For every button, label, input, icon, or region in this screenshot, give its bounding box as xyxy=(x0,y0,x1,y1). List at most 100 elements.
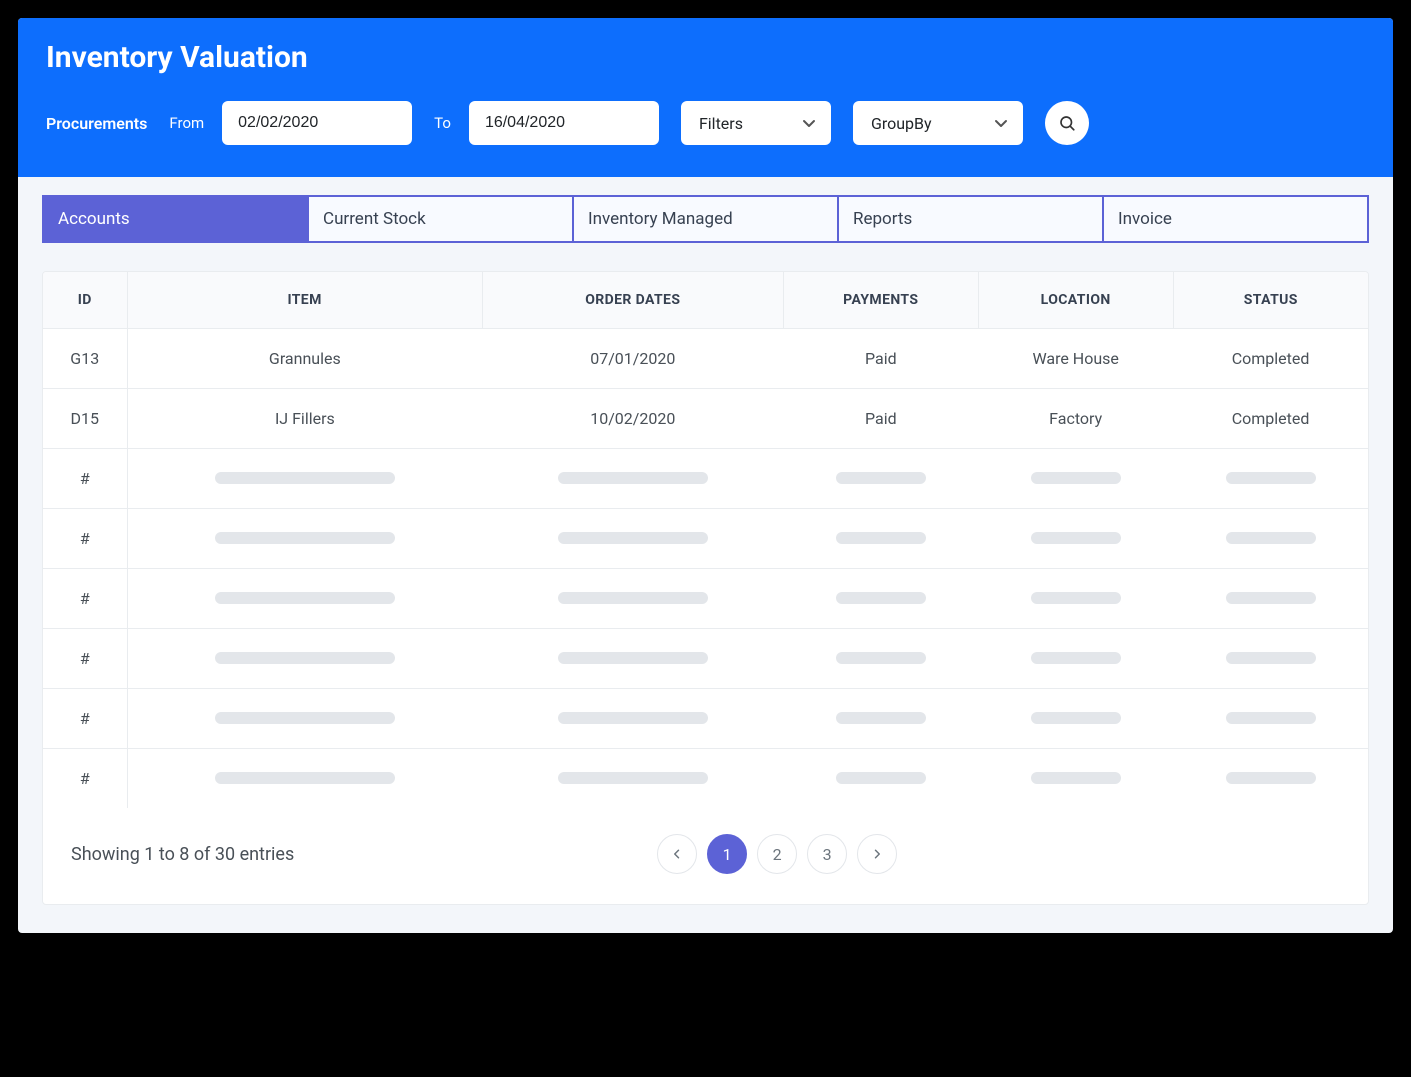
cell-placeholder xyxy=(482,629,783,689)
data-table: IDITEMORDER DATESPAYMENTSLOCATIONSTATUS … xyxy=(43,272,1368,808)
cell-id: G13 xyxy=(43,329,127,389)
page-title: Inventory Valuation xyxy=(46,40,1365,75)
tab-accounts[interactable]: Accounts xyxy=(42,195,309,243)
table-row[interactable]: D15IJ Fillers10/02/2020PaidFactoryComple… xyxy=(43,389,1368,449)
cell-id: # xyxy=(43,449,127,509)
to-label: To xyxy=(434,114,451,132)
cell-location: Ware House xyxy=(978,329,1173,389)
table-row-placeholder: # xyxy=(43,569,1368,629)
cell-placeholder xyxy=(1173,449,1368,509)
cell-placeholder xyxy=(482,569,783,629)
table-row-placeholder: # xyxy=(43,749,1368,809)
cell-item: Grannules xyxy=(127,329,482,389)
groupby-label: GroupBy xyxy=(871,114,932,133)
cell-item: IJ Fillers xyxy=(127,389,482,449)
cell-placeholder xyxy=(127,449,482,509)
column-header: ID xyxy=(43,272,127,329)
column-header: PAYMENTS xyxy=(783,272,978,329)
app-frame: Inventory Valuation Procurements From To… xyxy=(18,18,1393,933)
cell-placeholder xyxy=(482,509,783,569)
cell-id: # xyxy=(43,569,127,629)
chevron-right-icon xyxy=(871,848,883,860)
cell-payment: Paid xyxy=(783,389,978,449)
cell-placeholder xyxy=(482,449,783,509)
column-header: STATUS xyxy=(1173,272,1368,329)
date-from-group: From xyxy=(169,101,412,145)
to-date-input[interactable] xyxy=(469,101,659,145)
cell-placeholder xyxy=(1173,569,1368,629)
filters-dropdown[interactable]: Filters xyxy=(681,101,831,145)
cell-placeholder xyxy=(127,749,482,809)
cell-placeholder xyxy=(783,449,978,509)
column-header: LOCATION xyxy=(978,272,1173,329)
cell-placeholder xyxy=(127,569,482,629)
cell-placeholder xyxy=(127,689,482,749)
page-next[interactable] xyxy=(857,834,897,874)
section-label: Procurements xyxy=(46,114,147,133)
cell-placeholder xyxy=(978,509,1173,569)
date-to-group: To xyxy=(434,101,659,145)
cell-placeholder xyxy=(482,749,783,809)
column-header: ORDER DATES xyxy=(482,272,783,329)
page-2[interactable]: 2 xyxy=(757,834,797,874)
from-date-input[interactable] xyxy=(222,101,412,145)
page-1[interactable]: 1 xyxy=(707,834,747,874)
tab-reports[interactable]: Reports xyxy=(839,195,1104,243)
cell-placeholder xyxy=(978,689,1173,749)
cell-placeholder xyxy=(783,689,978,749)
cell-placeholder xyxy=(783,749,978,809)
cell-placeholder xyxy=(1173,509,1368,569)
cell-id: # xyxy=(43,629,127,689)
cell-placeholder xyxy=(1173,749,1368,809)
chevron-down-icon xyxy=(801,115,817,131)
table-row-placeholder: # xyxy=(43,449,1368,509)
column-header: ITEM xyxy=(127,272,482,329)
toolbar: Procurements From To Filters GroupBy xyxy=(46,101,1365,145)
pagination-summary: Showing 1 to 8 of 30 entries xyxy=(71,844,294,865)
cell-placeholder xyxy=(978,569,1173,629)
tab-current-stock[interactable]: Current Stock xyxy=(309,195,574,243)
page-3[interactable]: 3 xyxy=(807,834,847,874)
cell-location: Factory xyxy=(978,389,1173,449)
cell-placeholder xyxy=(783,629,978,689)
header: Inventory Valuation Procurements From To… xyxy=(18,18,1393,177)
table-footer: Showing 1 to 8 of 30 entries 123 xyxy=(43,808,1368,904)
table-header-row: IDITEMORDER DATESPAYMENTSLOCATIONSTATUS xyxy=(43,272,1368,329)
cell-placeholder xyxy=(978,629,1173,689)
table-row-placeholder: # xyxy=(43,689,1368,749)
table-wrap: IDITEMORDER DATESPAYMENTSLOCATIONSTATUS … xyxy=(42,271,1369,905)
cell-order_date: 07/01/2020 xyxy=(482,329,783,389)
chevron-left-icon xyxy=(671,848,683,860)
cell-order_date: 10/02/2020 xyxy=(482,389,783,449)
search-icon xyxy=(1058,114,1076,132)
tab-invoice[interactable]: Invoice xyxy=(1104,195,1369,243)
pagination: 123 xyxy=(657,834,897,874)
page-prev[interactable] xyxy=(657,834,697,874)
table-body: G13Grannules07/01/2020PaidWare HouseComp… xyxy=(43,329,1368,809)
content: AccountsCurrent StockInventory ManagedRe… xyxy=(18,177,1393,933)
filters-label: Filters xyxy=(699,114,743,133)
cell-payment: Paid xyxy=(783,329,978,389)
cell-status: Completed xyxy=(1173,329,1368,389)
cell-placeholder xyxy=(1173,689,1368,749)
cell-placeholder xyxy=(482,689,783,749)
tab-inventory-managed[interactable]: Inventory Managed xyxy=(574,195,839,243)
search-button[interactable] xyxy=(1045,101,1089,145)
cell-id: # xyxy=(43,509,127,569)
from-label: From xyxy=(169,114,204,132)
tabs: AccountsCurrent StockInventory ManagedRe… xyxy=(42,195,1369,243)
cell-placeholder xyxy=(127,629,482,689)
cell-id: # xyxy=(43,749,127,809)
cell-placeholder xyxy=(1173,629,1368,689)
groupby-dropdown[interactable]: GroupBy xyxy=(853,101,1023,145)
cell-placeholder xyxy=(978,749,1173,809)
cell-placeholder xyxy=(978,449,1173,509)
table-row-placeholder: # xyxy=(43,629,1368,689)
cell-id: # xyxy=(43,689,127,749)
cell-id: D15 xyxy=(43,389,127,449)
chevron-down-icon xyxy=(993,115,1009,131)
table-row-placeholder: # xyxy=(43,509,1368,569)
cell-placeholder xyxy=(783,509,978,569)
table-row[interactable]: G13Grannules07/01/2020PaidWare HouseComp… xyxy=(43,329,1368,389)
cell-placeholder xyxy=(127,509,482,569)
